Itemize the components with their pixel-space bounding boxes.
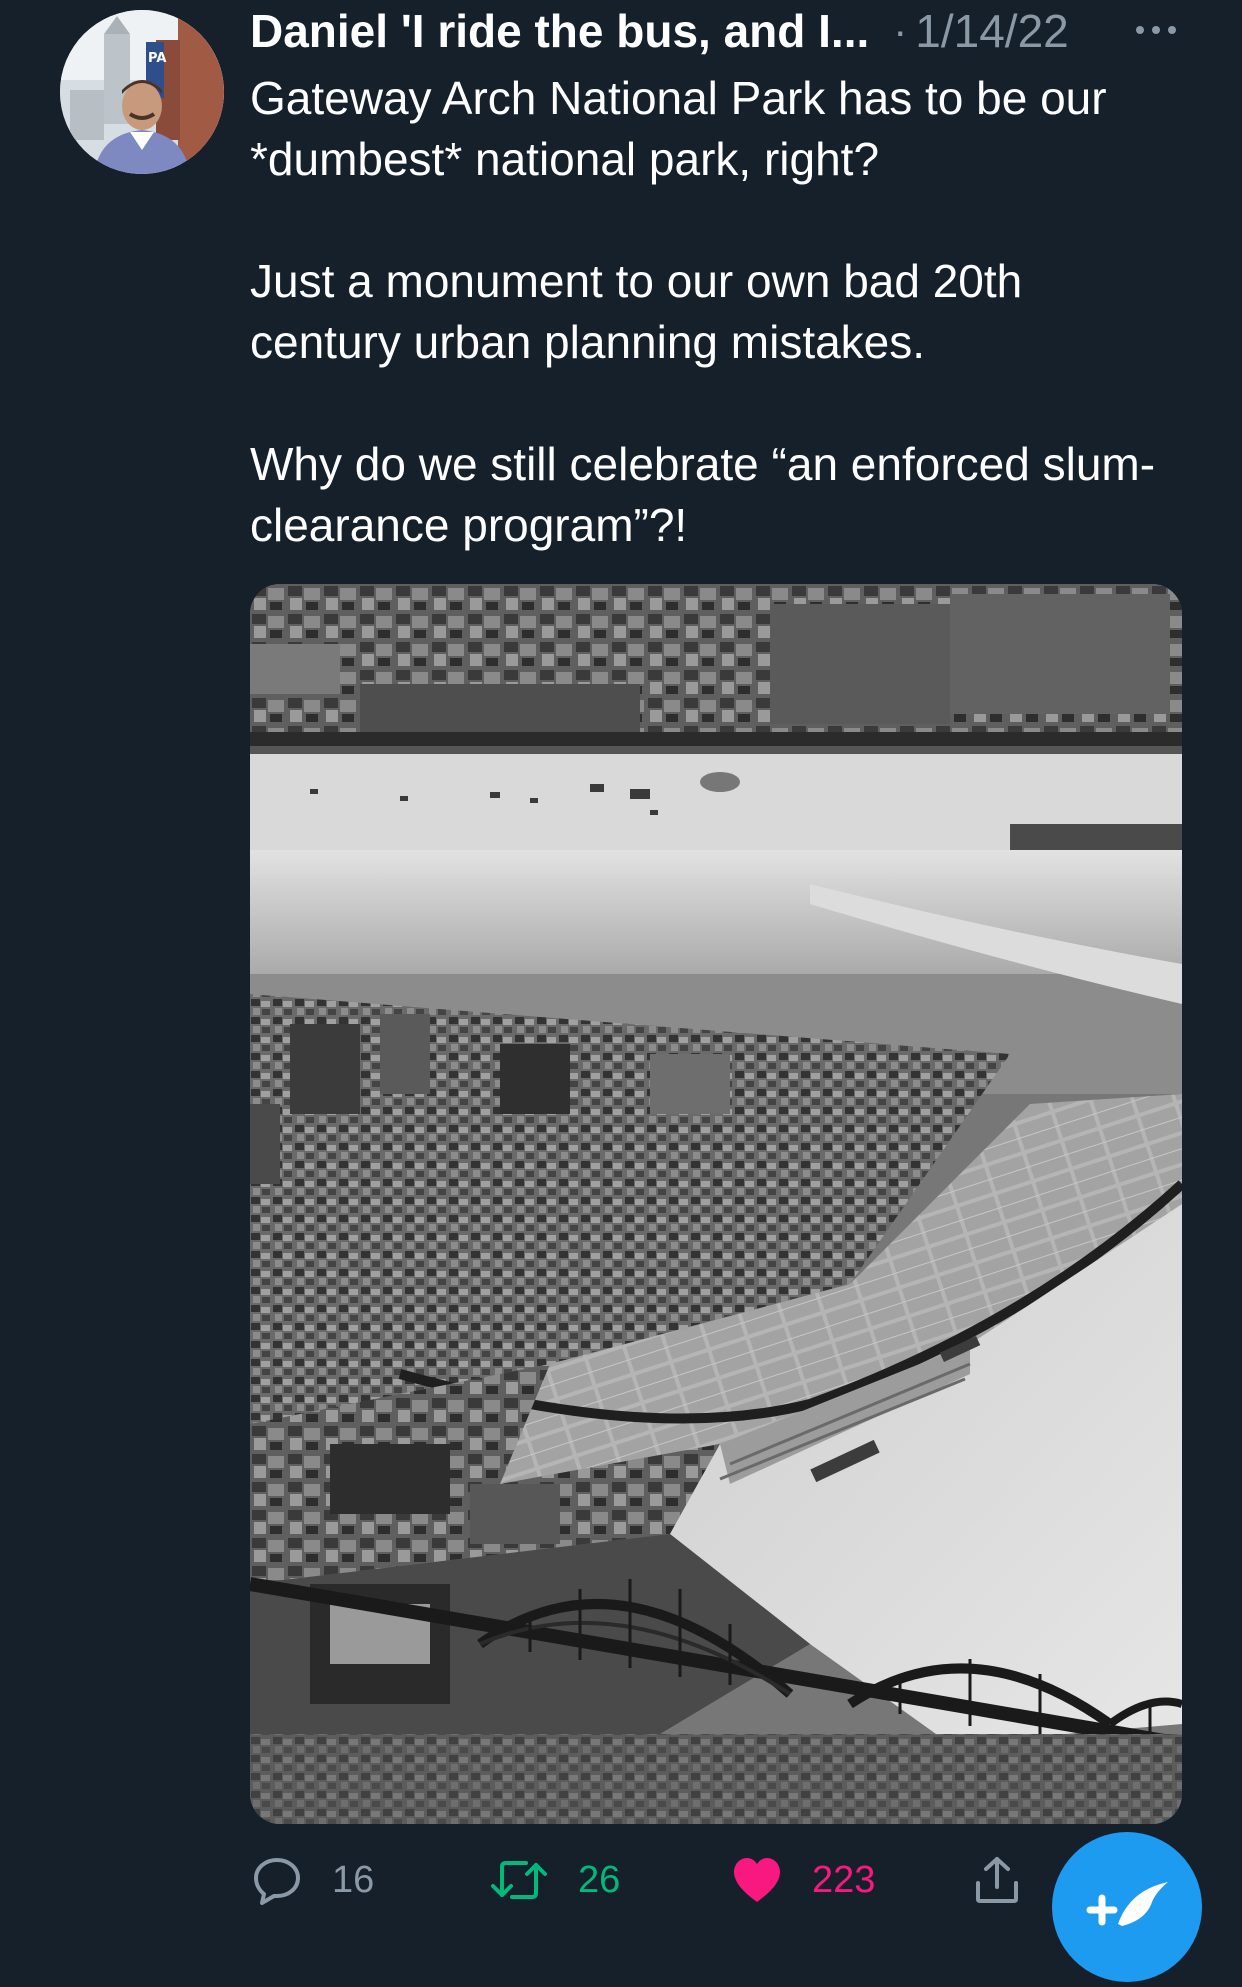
tweet-text: Gateway Arch National Park has to be our… — [250, 72, 1156, 551]
aerial-city-photo — [250, 584, 1182, 1824]
share-icon — [976, 1857, 1018, 1903]
reply-count: 16 — [332, 1858, 375, 1901]
avatar-photo: PA — [60, 10, 224, 174]
retweet-count: 26 — [578, 1858, 621, 1901]
share-button[interactable] — [972, 1850, 1022, 1910]
compose-button[interactable] — [1052, 1832, 1202, 1982]
retweet-button[interactable]: 26 — [490, 1850, 620, 1910]
reply-button[interactable]: 16 — [252, 1850, 374, 1910]
tweet-date[interactable]: 1/14/22 — [915, 4, 1068, 58]
heart-icon — [734, 1858, 780, 1902]
author-name[interactable]: Daniel 'I ride the bus, and I... — [250, 4, 869, 58]
avatar-sign-text: PA — [148, 51, 166, 66]
reply-icon — [254, 1858, 300, 1905]
tweet-header: Daniel 'I ride the bus, and I... · 1/14/… — [250, 0, 1180, 62]
retweet-icon — [491, 1861, 547, 1899]
like-count: 223 — [812, 1858, 876, 1901]
more-icon[interactable] — [1132, 20, 1180, 40]
tweet-action-bar: 16 26 223 — [250, 1850, 1030, 1910]
like-button[interactable]: 223 — [732, 1850, 875, 1910]
tweet-photo[interactable] — [250, 584, 1182, 1824]
compose-icon — [1086, 1882, 1168, 1926]
header-separator: · — [893, 7, 908, 54]
author-avatar[interactable]: PA — [60, 10, 224, 174]
